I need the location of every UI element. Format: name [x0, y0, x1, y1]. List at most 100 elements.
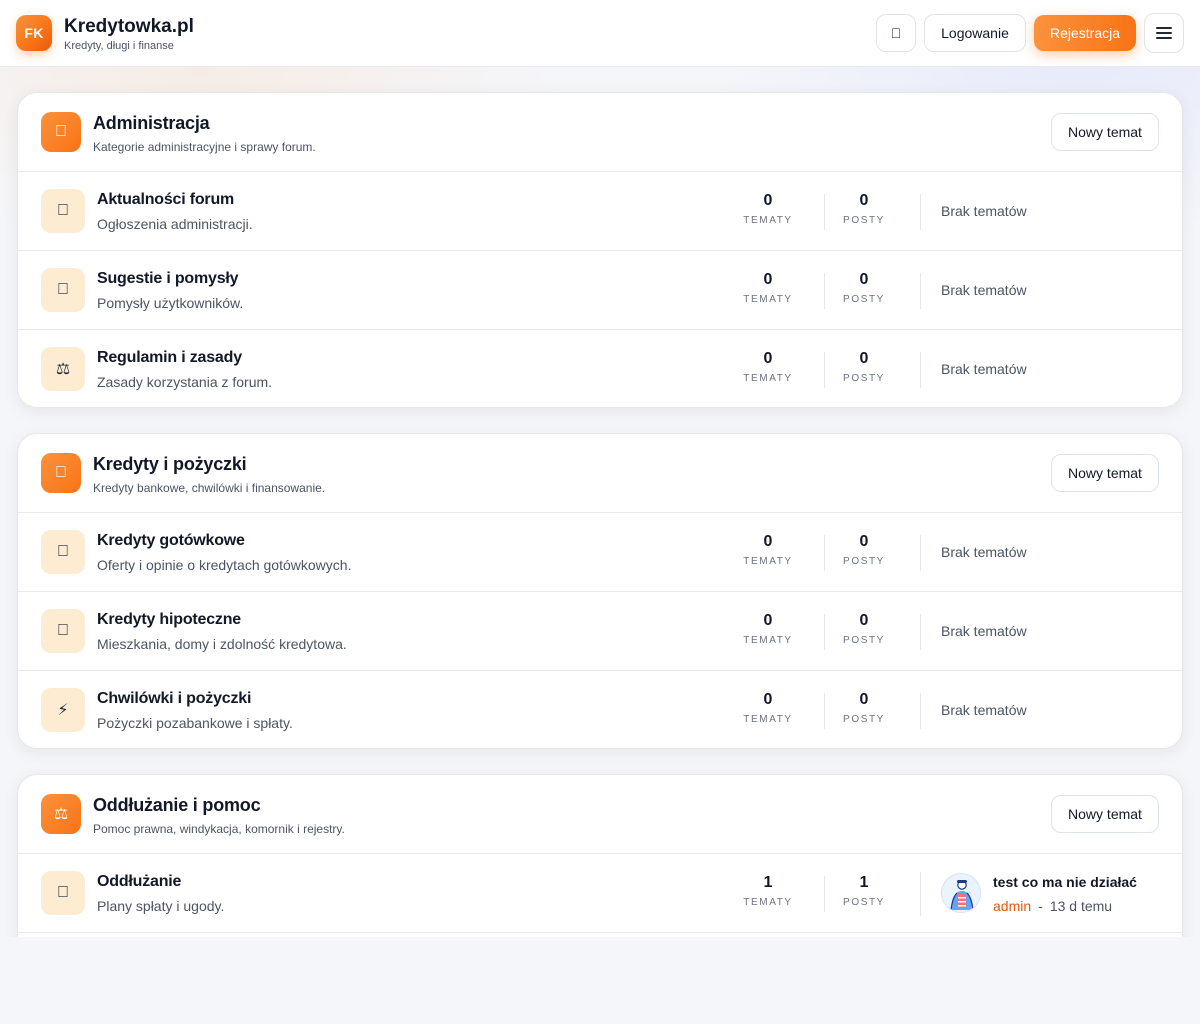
last-post-empty: Brak tematów	[941, 203, 1027, 219]
topics-count: 0 TEMATY	[720, 533, 816, 567]
last-post-time: 13 d temu	[1049, 898, 1113, 914]
posts-label: POSTY	[843, 373, 885, 384]
forum-row-chwilowki[interactable]: ⚡ Chwilówki i pożyczki Pożyczki pozabank…	[18, 671, 1182, 748]
posts-number: 0	[859, 271, 869, 288]
topics-number: 0	[763, 533, 773, 550]
last-post-author-link[interactable]: admin	[993, 898, 1031, 914]
new-topic-button[interactable]: Nowy temat	[1051, 795, 1159, 833]
menu-button[interactable]	[1144, 13, 1184, 53]
topics-count: 0 TEMATY	[720, 350, 816, 384]
forum-title[interactable]: Sugestie i pomysły	[97, 270, 239, 288]
forum-title[interactable]: Oddłużanie	[97, 873, 181, 891]
lightbulb-icon: 	[41, 268, 85, 312]
forum-row-aktualnosci[interactable]:  Aktualności forum Ogłoszenia administr…	[18, 172, 1182, 251]
topics-label: TEMATY	[743, 373, 793, 384]
scales-icon: ⚖	[41, 347, 85, 391]
category-description: Kredyty bankowe, chwilówki i finansowani…	[93, 481, 326, 495]
topics-label: TEMATY	[743, 215, 793, 226]
new-topic-button[interactable]: Nowy temat	[1051, 454, 1159, 492]
topics-count: 0 TEMATY	[720, 271, 816, 305]
topics-count: 1 TEMATY	[720, 874, 816, 908]
posts-count: 0 POSTY	[816, 612, 912, 646]
site-title[interactable]: Kredytowka.pl	[64, 16, 194, 38]
site-tagline: Kredyty, długi i finanse	[64, 40, 174, 52]
user-avatar-image	[942, 874, 980, 912]
divider	[920, 693, 921, 729]
last-post-empty: Brak tematów	[941, 544, 1027, 560]
posts-number: 0	[859, 612, 869, 629]
posts-label: POSTY	[843, 635, 885, 646]
theme-toggle-button[interactable]: 	[876, 14, 916, 52]
topics-number: 0	[763, 350, 773, 367]
meta-separator: -	[1038, 898, 1043, 914]
category-kredyty-i-pozyczki:  Kredyty i pożyczki Kredyty bankowe, ch…	[17, 433, 1183, 749]
forum-description: Pomysły użytkowników.	[97, 295, 244, 311]
topics-number: 1	[763, 874, 773, 891]
category-administracja:  Administracja Kategorie administracyjn…	[17, 92, 1183, 408]
posts-number: 1	[859, 874, 869, 891]
scales-icon: ⚖	[41, 794, 81, 834]
last-post-empty: Brak tematów	[941, 702, 1027, 718]
lightning-icon: ⚡	[41, 688, 85, 732]
forum-title[interactable]: Regulamin i zasady	[97, 349, 242, 367]
house-icon: 	[41, 609, 85, 653]
divider	[920, 535, 921, 571]
forum-title[interactable]: Chwilówki i pożyczki	[97, 690, 251, 708]
last-post-meta: admin -13 d temu	[993, 898, 1112, 914]
shield-icon: 	[41, 112, 81, 152]
posts-count: 1 POSTY	[816, 874, 912, 908]
wallet-icon: 	[41, 453, 81, 493]
category-description: Pomoc prawna, windykacja, komornik i rej…	[93, 822, 345, 836]
divider	[920, 872, 921, 916]
topics-count: 0 TEMATY	[720, 612, 816, 646]
category-header:  Kredyty i pożyczki Kredyty bankowe, ch…	[18, 434, 1182, 513]
forum-row-oddluzanie[interactable]:  Oddłużanie Plany spłaty i ugody. 1 TEM…	[18, 854, 1182, 933]
category-title[interactable]: Administracja	[93, 113, 210, 134]
new-topic-button[interactable]: Nowy temat	[1051, 113, 1159, 151]
page-footer-area	[0, 937, 1200, 1024]
divider	[920, 614, 921, 650]
posts-number: 0	[859, 192, 869, 209]
topics-count: 0 TEMATY	[720, 691, 816, 725]
last-post-empty: Brak tematów	[941, 623, 1027, 639]
money-bill-icon: 	[41, 530, 85, 574]
topics-number: 0	[763, 612, 773, 629]
posts-count: 0 POSTY	[816, 192, 912, 226]
top-navigation-bar: FK Kredytowka.pl Kredyty, długi i finans…	[0, 0, 1200, 67]
forum-row-sugestie[interactable]:  Sugestie i pomysły Pomysły użytkownikó…	[18, 251, 1182, 330]
posts-number: 0	[859, 350, 869, 367]
posts-label: POSTY	[843, 294, 885, 305]
category-title[interactable]: Kredyty i pożyczki	[93, 454, 247, 475]
login-button[interactable]: Logowanie	[924, 14, 1026, 52]
moon-icon: 	[891, 25, 902, 41]
category-header: ⚖ Oddłużanie i pomoc Pomoc prawna, windy…	[18, 775, 1182, 854]
site-logo[interactable]: FK	[16, 15, 52, 51]
avatar[interactable]	[941, 873, 981, 913]
last-post-title[interactable]: test co ma nie działać	[993, 874, 1137, 890]
posts-count: 0 POSTY	[816, 533, 912, 567]
posts-label: POSTY	[843, 556, 885, 567]
divider	[920, 273, 921, 309]
forum-title[interactable]: Kredyty gotówkowe	[97, 532, 245, 550]
hamburger-menu-icon	[1156, 27, 1172, 39]
last-post-empty: Brak tematów	[941, 282, 1027, 298]
forum-description: Mieszkania, domy i zdolność kredytowa.	[97, 636, 347, 652]
forum-description: Plany spłaty i ugody.	[97, 898, 225, 914]
topics-label: TEMATY	[743, 897, 793, 908]
forum-title[interactable]: Kredyty hipoteczne	[97, 611, 241, 629]
topics-label: TEMATY	[743, 556, 793, 567]
posts-label: POSTY	[843, 215, 885, 226]
posts-count: 0 POSTY	[816, 350, 912, 384]
forum-description: Zasady korzystania z forum.	[97, 374, 273, 390]
register-button[interactable]: Rejestracja	[1034, 15, 1136, 51]
category-title[interactable]: Oddłużanie i pomoc	[93, 795, 261, 816]
forum-row-regulamin[interactable]: ⚖ Regulamin i zasady Zasady korzystania …	[18, 330, 1182, 407]
category-description: Kategorie administracyjne i sprawy forum…	[93, 140, 316, 154]
divider	[920, 194, 921, 230]
forum-row-kredyty-hipoteczne[interactable]:  Kredyty hipoteczne Mieszkania, domy i …	[18, 592, 1182, 671]
topics-number: 0	[763, 691, 773, 708]
forum-row-kredyty-gotowkowe[interactable]:  Kredyty gotówkowe Oferty i opinie o kr…	[18, 513, 1182, 592]
category-header:  Administracja Kategorie administracyjn…	[18, 93, 1182, 172]
bullhorn-icon: 	[41, 189, 85, 233]
forum-title[interactable]: Aktualności forum	[97, 191, 234, 209]
